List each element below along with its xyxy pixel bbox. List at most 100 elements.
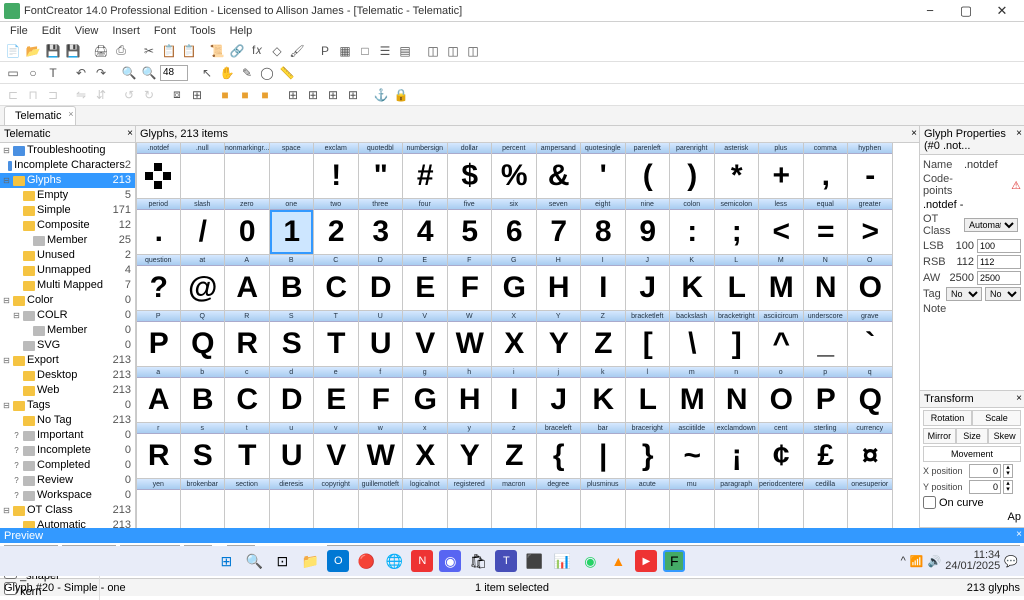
tree-item[interactable]: Automatic213 [0,518,135,528]
apply-button[interactable]: Ap [1008,511,1021,523]
edge-icon[interactable]: 🌐 [383,550,405,572]
glyph-cell[interactable]: registered [448,479,493,528]
glyph-cell[interactable]: sterling£ [804,423,849,479]
glyph-cell[interactable]: OO [848,255,893,311]
glyph-cell[interactable]: SS [270,311,315,367]
rotate-l-icon[interactable]: ↺ [120,86,138,104]
glyph-cell[interactable]: logicalnot [403,479,448,528]
app2-icon[interactable]: 📊 [551,550,573,572]
glyph-cell[interactable]: XX [492,311,537,367]
layout1-icon[interactable]: ◫ [424,42,442,60]
glyph-cell[interactable]: degree [537,479,582,528]
grid2-icon[interactable]: ⊞ [304,86,322,104]
glyph-cell[interactable]: nonmarkingr... [225,143,270,199]
search-icon[interactable]: 🔍 [243,550,265,572]
glyph-cell[interactable]: braceright} [626,423,671,479]
glyph-cell[interactable]: II [581,255,626,311]
tree-item[interactable]: No Tag213 [0,413,135,428]
tag1-icon[interactable]: ■ [216,86,234,104]
glyph-cell[interactable]: braceleft{ [537,423,582,479]
align-left-icon[interactable]: ⊏ [4,86,22,104]
glyph-cell[interactable]: zero0 [225,199,270,255]
close-icon[interactable]: × [127,128,133,139]
paint-icon[interactable]: 🖌 [288,42,306,60]
maximize-button[interactable]: ▢ [948,0,984,22]
glyph-cell[interactable]: macron [492,479,537,528]
glyph-cell[interactable]: dD [270,367,315,423]
tree-item[interactable]: Multi Mapped7 [0,278,135,293]
glyph-cell[interactable]: PP [136,311,181,367]
terminal-icon[interactable]: ⬛ [523,550,545,572]
paste-icon[interactable]: 📋 [180,42,198,60]
glyph-cell[interactable]: UU [359,311,404,367]
contour-icon[interactable]: ◯ [258,64,276,82]
circle-icon[interactable]: ○ [24,64,42,82]
tree-item[interactable]: Unmapped4 [0,263,135,278]
align-center-icon[interactable]: ⊓ [24,86,42,104]
menu-view[interactable]: View [69,23,105,39]
glyph-cell[interactable]: grave` [848,311,893,367]
glyph-cell[interactable]: BB [270,255,315,311]
glyph-cell[interactable]: zZ [492,423,537,479]
glyph-cell[interactable]: plus+ [759,143,804,199]
glyph-cell[interactable]: VV [403,311,448,367]
glyph-cell[interactable]: yen [136,479,181,528]
rsb-input[interactable] [977,255,1021,269]
glyph-cell[interactable]: NN [804,255,849,311]
glyph-cell[interactable]: equal= [804,199,849,255]
align-right-icon[interactable]: ⊐ [44,86,62,104]
menu-insert[interactable]: Insert [106,23,146,39]
tree-item[interactable]: Empty5 [0,188,135,203]
script-icon[interactable]: 📜 [208,42,226,60]
glyph-cell[interactable]: hyphen- [848,143,893,199]
preview-icon[interactable]: P [316,42,334,60]
glyph-cell[interactable]: comma, [804,143,849,199]
anchor-icon[interactable]: ⚓ [372,86,390,104]
glyph-cell[interactable]: cent¢ [759,423,804,479]
glyph-cell[interactable]: WW [448,311,493,367]
open-icon[interactable]: 📂 [24,42,42,60]
clock[interactable]: 11:3424/01/2025 [945,550,1000,572]
close-button[interactable]: ✕ [984,0,1020,22]
tree-item[interactable]: ⊟Glyphs213 [0,173,135,188]
glyph-cell[interactable]: CC [314,255,359,311]
glyph-cell[interactable]: three3 [359,199,404,255]
grid1-icon[interactable]: ⊞ [284,86,302,104]
glyph-cell[interactable]: paragraph [715,479,760,528]
minimize-button[interactable]: − [912,0,948,22]
rotate-r-icon[interactable]: ↻ [140,86,158,104]
volume-icon[interactable]: 🔊 [928,555,942,568]
glyph-cell[interactable]: iI [492,367,537,423]
vlc-icon[interactable]: ▲ [607,550,629,572]
guides-icon[interactable]: ⧈ [168,86,186,104]
glyph-cell[interactable]: kK [581,367,626,423]
tree-item[interactable]: ⊟Export213 [0,353,135,368]
glyph-cell[interactable]: underscore_ [804,311,849,367]
glyph-cell[interactable]: plusminus [581,479,626,528]
glyph-cell[interactable]: semicolon; [715,199,760,255]
tree-item[interactable]: Unused2 [0,248,135,263]
glyph-cell[interactable]: lL [626,367,671,423]
menu-file[interactable]: File [4,23,34,39]
arrow-icon[interactable]: ↖ [198,64,216,82]
glyph-cell[interactable]: currency¤ [848,423,893,479]
tag1-select[interactable]: No Gly [946,287,982,301]
glyph-cell[interactable]: parenleft( [626,143,671,199]
glyph-cell[interactable]: dollar$ [448,143,493,199]
grid3-icon[interactable]: ⊞ [324,86,342,104]
knife-icon[interactable]: ✎ [238,64,256,82]
menu-font[interactable]: Font [148,23,182,39]
glyph-cell[interactable]: yY [448,423,493,479]
glyph-cell[interactable]: bar| [581,423,626,479]
list-icon[interactable]: ☰ [376,42,394,60]
glyph-cell[interactable]: numbersign# [403,143,448,199]
glyph-cell[interactable]: mu [670,479,715,528]
menu-edit[interactable]: Edit [36,23,67,39]
glyph-cell[interactable]: cedilla [804,479,849,528]
fx-icon[interactable]: f𝑥 [248,42,266,60]
oncurve-checkbox[interactable] [923,496,936,509]
ypos-input[interactable] [969,480,1001,494]
tree-item[interactable]: Member25 [0,233,135,248]
tree-item[interactable]: Incomplete Characters2 [0,158,135,173]
store-icon[interactable]: 🛍 [467,550,489,572]
